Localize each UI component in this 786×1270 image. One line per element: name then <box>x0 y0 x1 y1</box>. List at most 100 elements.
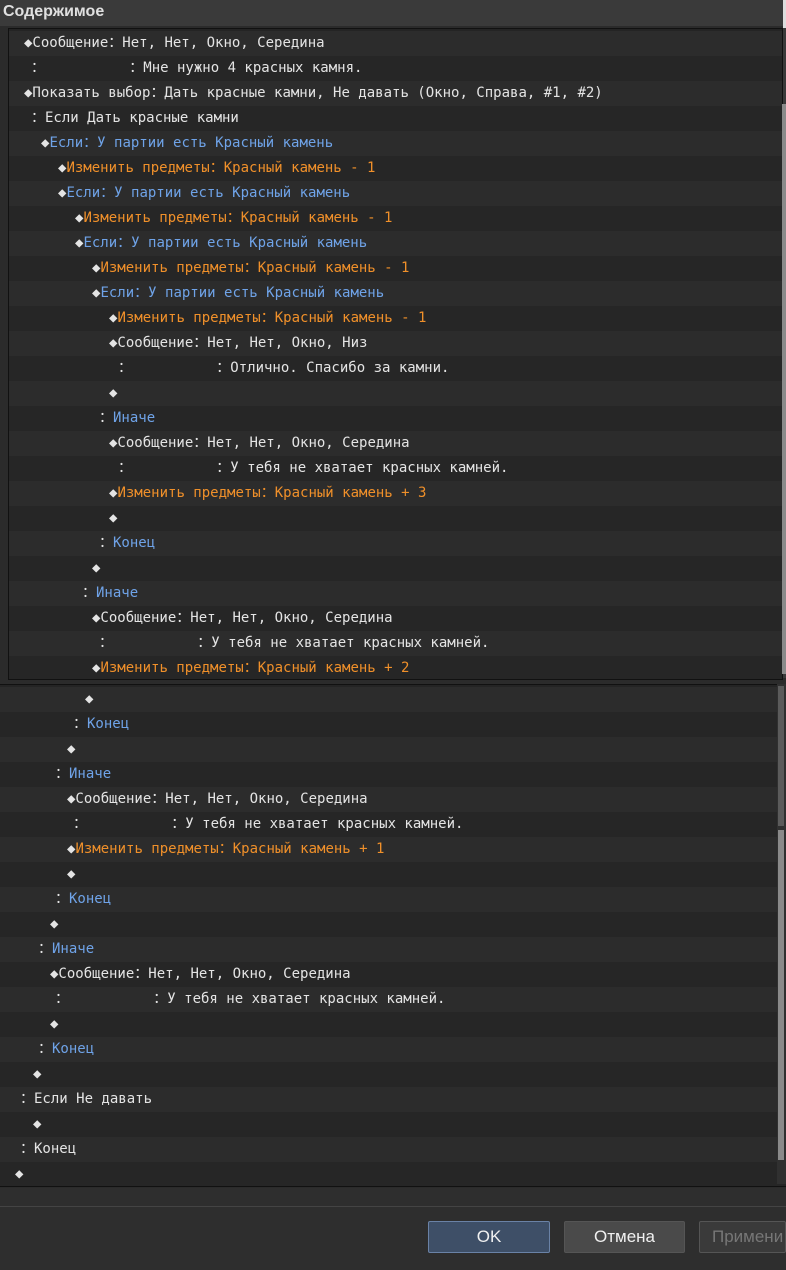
command-text: Конец <box>87 716 130 732</box>
command-row[interactable]: ◆ <box>9 381 782 406</box>
command-text: Если：У партии есть Красный камень <box>49 135 334 151</box>
command-row[interactable]: ：Конец <box>0 712 786 737</box>
command-text: ：Нет, Нет, Окно, Середина <box>176 610 393 626</box>
command-text: ： <box>99 635 113 651</box>
command-row[interactable]: ：Иначе <box>9 406 782 431</box>
command-text: ：Нет, Нет, Окно, Середина <box>151 791 368 807</box>
command-row[interactable]: ◆Сообщение：Нет, Нет, Окно, Середина <box>9 31 782 56</box>
command-text: ：У тебя не хватает красных камней. <box>87 816 464 832</box>
command-text: Иначе <box>96 585 139 601</box>
command-text: ◆Сообщение <box>92 610 177 626</box>
command-row[interactable]: ◆ <box>0 737 786 762</box>
command-row[interactable]: ◆ <box>0 1162 786 1186</box>
command-row[interactable]: ： ：У тебя не хватает красных камней. <box>9 631 782 656</box>
event-command-list-bottom[interactable]: ◆ ：Конец ◆ ：Иначе ◆Сообщение：Нет, Нет, Окно,… <box>0 684 786 1187</box>
apply-button[interactable]: Примени <box>699 1221 786 1253</box>
command-text: ◆ <box>33 1116 42 1132</box>
command-text: ：Мне нужно 4 красных камня. <box>45 60 363 76</box>
command-text: ： <box>55 766 69 782</box>
command-row[interactable]: ：Иначе <box>9 581 782 606</box>
footer-divider <box>0 1206 786 1207</box>
command-text: ： <box>73 816 87 832</box>
command-row[interactable]: ：Конец <box>0 1037 786 1062</box>
command-text: ：Конец <box>20 1141 77 1157</box>
command-row[interactable]: ◆Сообщение：Нет, Нет, Окно, Середина <box>0 787 786 812</box>
command-text: Конец <box>69 891 112 907</box>
command-text: ：Если Дать красные камни <box>31 110 239 126</box>
command-row[interactable]: ◆Если：У партии есть Красный камень <box>9 231 782 256</box>
command-text: ◆Сообщение <box>24 35 109 51</box>
command-row[interactable]: ◆Изменить предметы：Красный камень - 1 <box>9 156 782 181</box>
command-text: Иначе <box>113 410 156 426</box>
command-row[interactable]: ◆ <box>9 556 782 581</box>
command-text: Изменить предметы：Красный камень + 1 <box>75 841 385 857</box>
command-text: ：Дать красные камни, Не давать (Окно, Сп… <box>150 85 603 101</box>
command-row[interactable]: ◆Сообщение：Нет, Нет, Окно, Низ <box>9 331 782 356</box>
command-row[interactable]: ◆Изменить предметы：Красный камень + 2 <box>9 656 782 679</box>
command-row[interactable]: ： ：У тебя не хватает красных камней. <box>0 987 786 1012</box>
command-text: ： <box>55 991 69 1007</box>
command-row[interactable]: ◆Показать выбор：Дать красные камни, Не д… <box>9 81 782 106</box>
command-text: Иначе <box>69 766 112 782</box>
command-row[interactable]: ： ：У тебя не хватает красных камней. <box>9 456 782 481</box>
command-row[interactable]: ： ：Отлично. Спасибо за камни. <box>9 356 782 381</box>
command-text: ◆ <box>109 510 118 526</box>
command-text: ◆ <box>15 1166 24 1182</box>
command-text: ：Нет, Нет, Окно, Низ <box>193 335 368 351</box>
command-text: Если：У партии есть Красный камень <box>83 235 368 251</box>
command-text: ◆Сообщение <box>109 435 194 451</box>
command-row[interactable]: ◆Если：У партии есть Красный камень <box>9 281 782 306</box>
command-text: Изменить предметы：Красный камень - 1 <box>83 210 393 226</box>
command-row[interactable]: ◆Если：У партии есть Красный камень <box>9 131 782 156</box>
command-text: ：Отлично. Спасибо за камни. <box>132 360 450 376</box>
command-row[interactable]: ◆Изменить предметы：Красный камень + 1 <box>0 837 786 862</box>
command-text: ： <box>82 585 96 601</box>
ok-button[interactable]: OK <box>428 1221 550 1253</box>
command-row[interactable]: ◆Сообщение：Нет, Нет, Окно, Середина <box>9 431 782 456</box>
command-text: ：Нет, Нет, Окно, Середина <box>108 35 325 51</box>
command-row[interactable]: ◆ <box>0 1112 786 1137</box>
command-row[interactable]: ：Если Дать красные камни <box>9 106 782 131</box>
command-text: Если：У партии есть Красный камень <box>66 185 351 201</box>
command-row[interactable]: ：Если Не давать <box>0 1087 786 1112</box>
command-text: ◆Сообщение <box>67 791 152 807</box>
command-row[interactable]: ：Конец <box>0 1137 786 1162</box>
command-text: ◆ <box>67 866 76 882</box>
command-row[interactable]: ◆Изменить предметы：Красный камень - 1 <box>9 256 782 281</box>
command-row[interactable]: ：Конец <box>0 887 786 912</box>
command-row[interactable]: ◆ <box>9 506 782 531</box>
command-row[interactable]: ：Иначе <box>0 762 786 787</box>
command-row[interactable]: ◆ <box>0 1062 786 1087</box>
command-row[interactable]: ◆Изменить предметы：Красный камень + 3 <box>9 481 782 506</box>
command-row[interactable]: ◆ <box>0 912 786 937</box>
command-text: ： <box>38 1041 52 1057</box>
command-text: ： <box>55 891 69 907</box>
command-row[interactable]: ：Иначе <box>0 937 786 962</box>
command-text: ◆ <box>109 385 118 401</box>
command-row[interactable]: ： ：У тебя не хватает красных камней. <box>0 812 786 837</box>
command-row[interactable]: ◆Сообщение：Нет, Нет, Окно, Середина <box>9 606 782 631</box>
command-text: Иначе <box>52 941 95 957</box>
command-row[interactable]: ◆ <box>0 687 786 712</box>
command-row[interactable]: ◆Сообщение：Нет, Нет, Окно, Середина <box>0 962 786 987</box>
command-row[interactable]: ： ：Мне нужно 4 красных камня. <box>9 56 782 81</box>
command-text: ： <box>118 460 132 476</box>
command-row[interactable]: ◆Изменить предметы：Красный камень - 1 <box>9 306 782 331</box>
event-command-list-top[interactable]: ◆Сообщение：Нет, Нет, Окно, Середина： ：Мн… <box>8 28 783 680</box>
command-row[interactable]: ◆ <box>0 1012 786 1037</box>
command-row[interactable]: ◆Если：У партии есть Красный камень <box>9 181 782 206</box>
command-row[interactable]: ：Конец <box>9 531 782 556</box>
command-text: Конец <box>52 1041 95 1057</box>
command-row[interactable]: ◆Изменить предметы：Красный камень - 1 <box>9 206 782 231</box>
command-text: Конец <box>113 535 156 551</box>
window-title: Содержимое <box>3 3 105 20</box>
command-text: ◆ <box>33 1066 42 1082</box>
command-text: ： <box>99 410 113 426</box>
command-text: ◆Сообщение <box>50 966 135 982</box>
cancel-button[interactable]: Отмена <box>564 1221 685 1253</box>
command-row[interactable]: ◆ <box>0 862 786 887</box>
command-text: ： <box>31 60 45 76</box>
command-text: ◆ <box>67 741 76 757</box>
scrollbar-thumb-bottom[interactable] <box>778 830 784 1160</box>
scrollbar-thumb-top[interactable] <box>782 104 786 674</box>
